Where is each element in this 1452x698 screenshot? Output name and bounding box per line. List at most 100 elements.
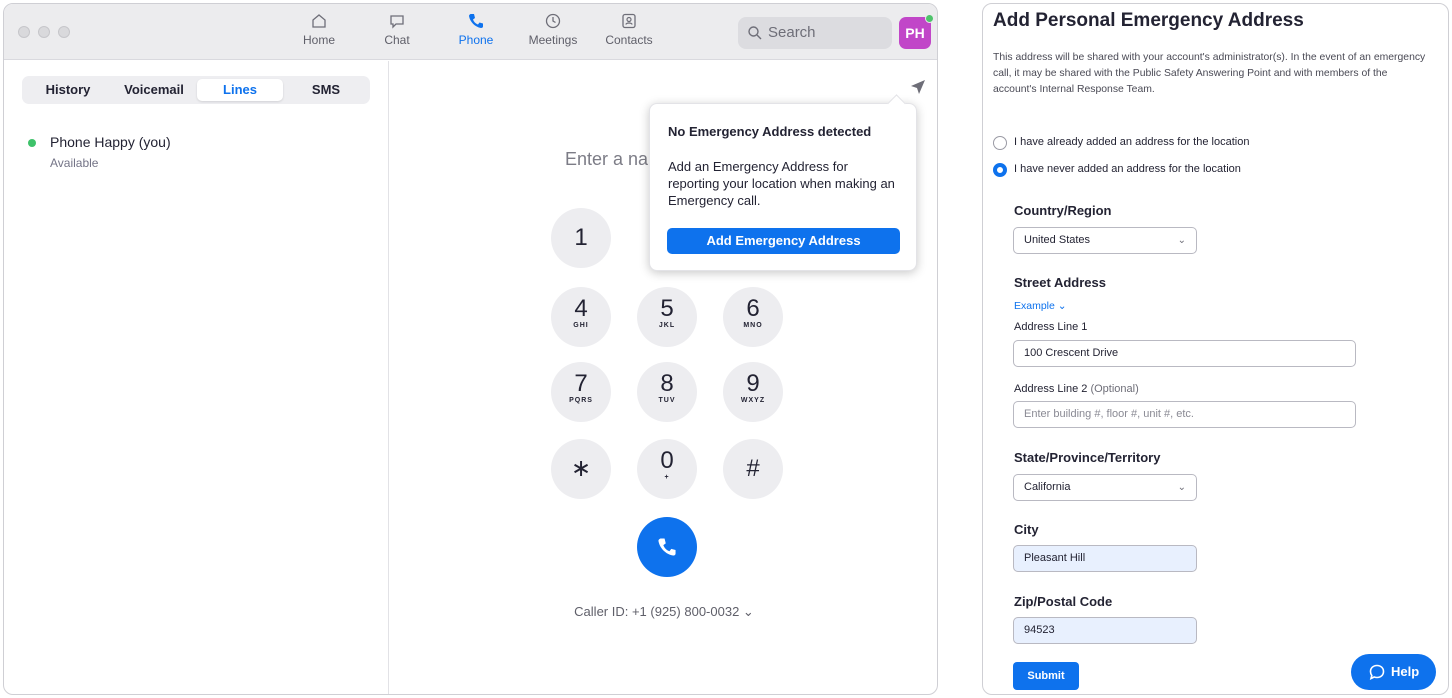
dial-key-5[interactable]: 5 JKL bbox=[637, 287, 697, 347]
caller-id-selector[interactable]: Caller ID: +1 (925) 800-0032 ⌄ bbox=[390, 604, 937, 620]
dial-key-letters: WXYZ bbox=[740, 397, 766, 404]
search-box[interactable]: Search bbox=[738, 17, 892, 49]
city-input[interactable]: Pleasant Hill bbox=[1013, 545, 1197, 572]
chevron-down-icon: ⌄ bbox=[1177, 482, 1186, 493]
segment-history[interactable]: History bbox=[25, 79, 111, 101]
dial-key-letters: + bbox=[664, 474, 670, 481]
dial-key-letters: GHI bbox=[573, 322, 589, 329]
state-select[interactable]: California ⌄ bbox=[1013, 474, 1197, 501]
country-select[interactable]: United States ⌄ bbox=[1013, 227, 1197, 254]
segment-lines[interactable]: Lines bbox=[197, 79, 283, 101]
dial-key-digit: ∗ bbox=[570, 455, 592, 482]
dial-key-hash[interactable]: # bbox=[723, 439, 783, 499]
city-label: City bbox=[1014, 522, 1039, 537]
dial-key-digit: 8 bbox=[660, 370, 674, 397]
form-description: This address will be shared with your ac… bbox=[993, 52, 1426, 95]
country-value: United States bbox=[1024, 234, 1091, 246]
search-placeholder: Search bbox=[768, 24, 816, 41]
zip-label: Zip/Postal Code bbox=[1014, 594, 1113, 609]
radio-already-added[interactable] bbox=[993, 136, 1007, 150]
phone-segmented-control: History Voicemail Lines SMS bbox=[22, 76, 370, 104]
tab-phone-label: Phone bbox=[458, 33, 494, 47]
dial-key-1[interactable]: 1 bbox=[551, 208, 611, 268]
address-line2-label: Address Line 2 (Optional) bbox=[1014, 383, 1139, 395]
tab-chat[interactable]: Chat bbox=[362, 12, 432, 47]
segment-sms[interactable]: SMS bbox=[283, 79, 369, 101]
clock-icon bbox=[545, 13, 561, 29]
popover-title: No Emergency Address detected bbox=[668, 124, 872, 139]
tab-chat-label: Chat bbox=[384, 33, 410, 47]
submit-button[interactable]: Submit bbox=[1013, 662, 1079, 690]
emergency-address-form: Add Personal Emergency Address This addr… bbox=[982, 3, 1449, 695]
state-label: State/Province/Territory bbox=[1014, 450, 1161, 465]
dial-key-digit: 7 bbox=[574, 370, 588, 397]
dial-key-digit: 9 bbox=[746, 370, 760, 397]
contacts-icon bbox=[622, 13, 636, 29]
dial-key-digit: 1 bbox=[574, 224, 588, 251]
form-title: Add Personal Emergency Address bbox=[993, 10, 1304, 31]
address-line1-input[interactable]: 100 Crescent Drive bbox=[1013, 340, 1356, 367]
dial-key-digit: 0 bbox=[660, 447, 674, 474]
dial-key-7[interactable]: 7 PQRS bbox=[551, 362, 611, 422]
dial-key-letters: TUV bbox=[658, 397, 676, 404]
popover-body: Add an Emergency Address for reporting y… bbox=[668, 159, 895, 208]
country-label: Country/Region bbox=[1014, 203, 1112, 218]
tab-home[interactable]: Home bbox=[284, 12, 354, 47]
search-icon bbox=[748, 26, 762, 40]
tab-contacts-label: Contacts bbox=[605, 33, 653, 47]
radio-never-added-label[interactable]: I have never added an address for the lo… bbox=[1014, 163, 1241, 175]
avatar-initials: PH bbox=[905, 25, 925, 41]
line-name: Phone Happy (you) bbox=[50, 134, 171, 150]
address-line2-label-text: Address Line 2 bbox=[1014, 383, 1088, 395]
tab-phone[interactable]: Phone bbox=[441, 12, 511, 47]
zoom-window-button[interactable] bbox=[58, 26, 70, 38]
dial-key-4[interactable]: 4 GHI bbox=[551, 287, 611, 347]
phone-icon bbox=[658, 538, 676, 556]
tab-meetings-label: Meetings bbox=[528, 33, 578, 47]
online-status-dot bbox=[28, 139, 36, 147]
phone-icon bbox=[469, 14, 483, 28]
home-icon bbox=[312, 14, 326, 28]
chat-icon bbox=[390, 15, 404, 29]
minimize-window-button[interactable] bbox=[38, 26, 50, 38]
tab-home-label: Home bbox=[302, 33, 335, 47]
segment-voicemail[interactable]: Voicemail bbox=[111, 79, 197, 101]
tab-contacts[interactable]: Contacts bbox=[594, 12, 664, 47]
address-line1-label: Address Line 1 bbox=[1014, 321, 1088, 333]
chevron-down-icon: ⌄ bbox=[1177, 235, 1186, 246]
dial-key-digit: 6 bbox=[746, 295, 760, 322]
location-arrow-icon[interactable] bbox=[910, 79, 926, 95]
phone-sidebar: History Voicemail Lines SMS Phone Happy … bbox=[4, 61, 389, 694]
title-bar: Home Chat Phone Meetings Contacts Search… bbox=[4, 4, 937, 60]
dial-key-digit: # bbox=[746, 455, 760, 482]
avatar[interactable]: PH bbox=[899, 14, 934, 49]
add-emergency-address-button[interactable]: Add Emergency Address bbox=[667, 228, 900, 254]
line-status: Available bbox=[50, 156, 99, 170]
radio-never-added[interactable] bbox=[993, 163, 1007, 177]
presence-online-indicator bbox=[925, 14, 934, 23]
zip-input[interactable]: 94523 bbox=[1013, 617, 1197, 644]
dial-key-letters: MNO bbox=[743, 322, 763, 329]
state-value: California bbox=[1024, 481, 1071, 493]
street-address-label: Street Address bbox=[1014, 275, 1106, 290]
address-line2-input[interactable]: Enter building #, floor #, unit #, etc. bbox=[1013, 401, 1356, 428]
dial-key-6[interactable]: 6 MNO bbox=[723, 287, 783, 347]
dial-key-star[interactable]: ∗ bbox=[551, 439, 611, 499]
dial-key-letters: PQRS bbox=[569, 397, 593, 404]
example-link[interactable]: Example ⌄ bbox=[1014, 300, 1067, 312]
help-label: Help bbox=[1391, 664, 1420, 679]
dial-key-8[interactable]: 8 TUV bbox=[637, 362, 697, 422]
dial-key-letters: JKL bbox=[658, 322, 676, 329]
chat-bubble-icon bbox=[1369, 664, 1385, 680]
emergency-address-popover: No Emergency Address detected Add an Eme… bbox=[649, 94, 917, 271]
radio-already-added-label[interactable]: I have already added an address for the … bbox=[1014, 136, 1249, 148]
dial-key-digit: 5 bbox=[660, 295, 674, 322]
help-button[interactable]: Help bbox=[1351, 654, 1436, 690]
dial-key-0[interactable]: 0 + bbox=[637, 439, 697, 499]
dial-key-9[interactable]: 9 WXYZ bbox=[723, 362, 783, 422]
optional-tag: (Optional) bbox=[1090, 383, 1139, 395]
close-window-button[interactable] bbox=[18, 26, 30, 38]
call-button[interactable] bbox=[637, 517, 697, 577]
tab-meetings[interactable]: Meetings bbox=[518, 12, 588, 47]
dial-key-digit: 4 bbox=[574, 295, 588, 322]
